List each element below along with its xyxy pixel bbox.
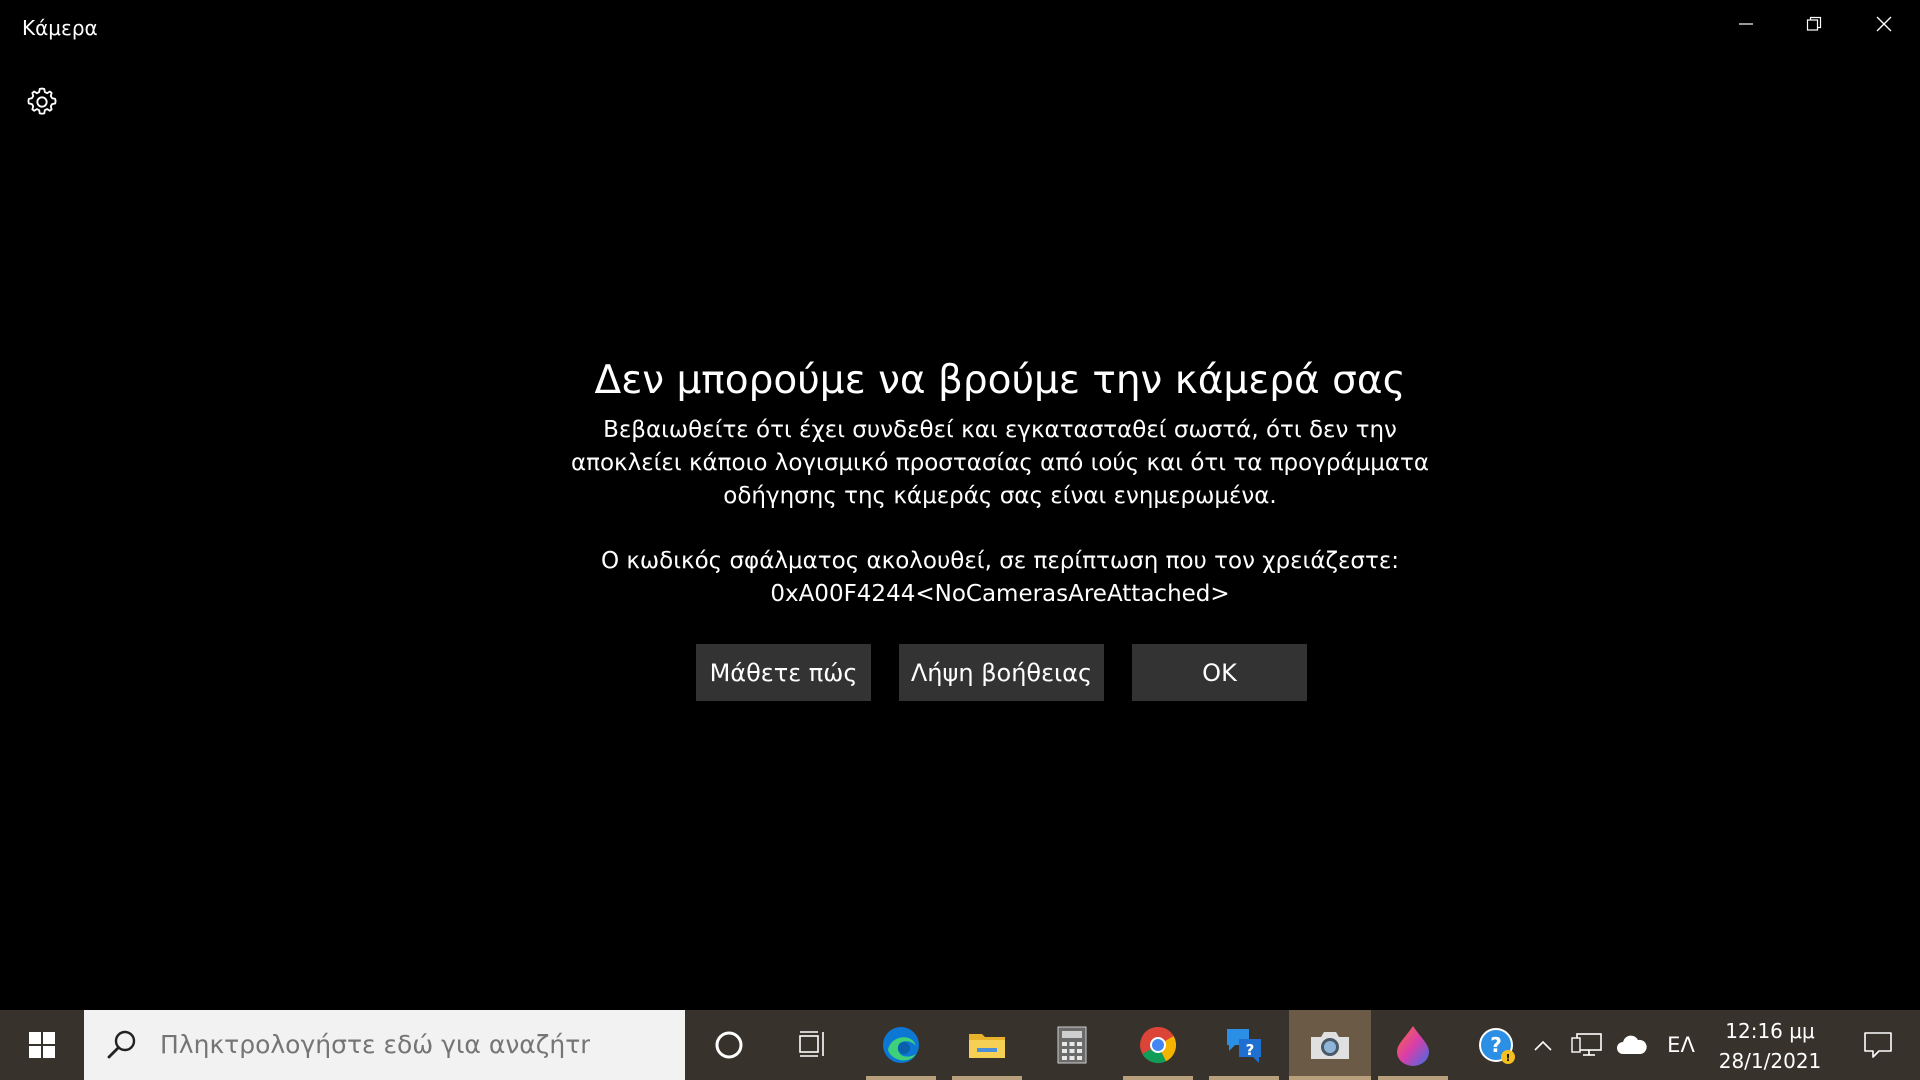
running-indicator bbox=[1378, 1076, 1448, 1080]
notification-icon bbox=[1864, 1032, 1892, 1058]
taskbar-chrome[interactable] bbox=[1123, 1010, 1193, 1080]
taskbar: ? ? ! bbox=[0, 1010, 1920, 1080]
close-button[interactable] bbox=[1850, 0, 1918, 48]
running-indicator bbox=[866, 1076, 936, 1080]
cortana-icon bbox=[715, 1031, 743, 1059]
error-description: Βεβαιωθείτε ότι έχει συνδεθεί και εγκατα… bbox=[570, 417, 1430, 509]
search-input[interactable] bbox=[160, 1010, 590, 1080]
help-badge-icon: ? ! bbox=[1479, 1028, 1515, 1064]
error-code-label: Ο κωδικός σφάλματος ακολουθεί, σε περίπτ… bbox=[600, 548, 1400, 574]
running-indicator bbox=[952, 1076, 1022, 1080]
action-buttons: Μάθετε πώς Λήψη βοήθειας OK bbox=[0, 644, 1920, 701]
camera-app-window: Κάμερα Δεν μπορούμε να βρούμε την κάμερά… bbox=[0, 0, 1920, 1010]
minimize-button[interactable] bbox=[1712, 0, 1780, 48]
svg-text:!: ! bbox=[1506, 1053, 1511, 1064]
chevron-up-icon bbox=[1534, 1040, 1552, 1051]
get-help-button[interactable]: Λήψη βοήθειας bbox=[899, 644, 1104, 701]
error-title: Δεν μπορούμε να βρούμε την κάμερά σας bbox=[594, 358, 1406, 403]
windows-logo-icon bbox=[29, 1032, 55, 1058]
feedback-hub-icon: ? bbox=[1227, 1029, 1261, 1063]
task-view-icon bbox=[799, 1031, 824, 1057]
cortana-button[interactable] bbox=[694, 1010, 764, 1080]
title-bar[interactable]: Κάμερα bbox=[0, 0, 1920, 56]
running-indicator bbox=[1209, 1076, 1279, 1080]
restore-icon bbox=[1806, 16, 1822, 31]
clock[interactable]: 12:16 μμ 28/1/2021 bbox=[1700, 1016, 1840, 1076]
network-icon bbox=[1571, 1033, 1602, 1056]
camera-icon bbox=[1311, 1032, 1349, 1059]
taskbar-edge[interactable] bbox=[866, 1010, 936, 1080]
error-code: 0xA00F4244<NoCamerasAreAttached> bbox=[770, 581, 1230, 607]
chrome-icon bbox=[1140, 1026, 1177, 1064]
taskbar-search-box[interactable] bbox=[84, 1010, 685, 1080]
running-indicator bbox=[1123, 1076, 1193, 1080]
tray-onedrive[interactable] bbox=[1610, 1010, 1652, 1080]
task-view-button[interactable] bbox=[777, 1010, 847, 1080]
svg-text:?: ? bbox=[1246, 1041, 1255, 1059]
start-button[interactable] bbox=[0, 1010, 84, 1080]
running-indicator bbox=[1289, 1076, 1371, 1080]
tray-help[interactable]: ? ! bbox=[1473, 1010, 1521, 1080]
calculator-icon bbox=[1057, 1026, 1087, 1064]
close-icon bbox=[1876, 16, 1892, 32]
search-icon bbox=[107, 1030, 136, 1059]
action-center-button[interactable] bbox=[1843, 1010, 1913, 1080]
file-explorer-icon bbox=[969, 1034, 1005, 1058]
show-hidden-icons-button[interactable] bbox=[1526, 1010, 1560, 1080]
taskbar-file-explorer[interactable] bbox=[952, 1010, 1022, 1080]
edge-icon bbox=[883, 1027, 919, 1063]
learn-more-button[interactable]: Μάθετε πώς bbox=[696, 644, 871, 701]
restore-button[interactable] bbox=[1780, 0, 1848, 48]
taskbar-camera[interactable] bbox=[1289, 1010, 1371, 1080]
paint-3d-icon bbox=[1397, 1026, 1429, 1066]
taskbar-paint-3d[interactable] bbox=[1378, 1010, 1448, 1080]
settings-button[interactable] bbox=[20, 80, 64, 124]
window-title: Κάμερα bbox=[22, 16, 98, 40]
clock-date: 28/1/2021 bbox=[1718, 1049, 1822, 1073]
gear-icon bbox=[27, 87, 57, 115]
error-panel: Δεν μπορούμε να βρούμε την κάμερά σας Βε… bbox=[460, 352, 1540, 611]
ok-button[interactable]: OK bbox=[1132, 644, 1307, 701]
minimize-icon bbox=[1739, 23, 1753, 25]
clock-time: 12:16 μμ bbox=[1725, 1019, 1815, 1043]
svg-text:?: ? bbox=[1490, 1033, 1502, 1057]
taskbar-calculator[interactable] bbox=[1037, 1010, 1107, 1080]
cloud-icon bbox=[1617, 1035, 1647, 1054]
taskbar-feedback-hub[interactable]: ? bbox=[1209, 1010, 1279, 1080]
tray-network[interactable] bbox=[1566, 1010, 1608, 1080]
